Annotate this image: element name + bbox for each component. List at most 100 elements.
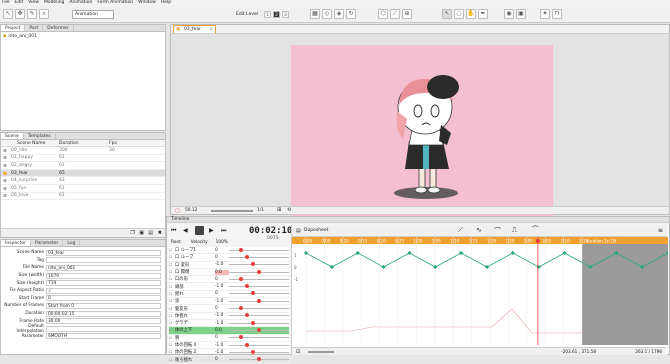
root-dropdown[interactable]: Root bbox=[171, 240, 181, 245]
layer-row[interactable]: ▫ 髪変形 0 bbox=[169, 305, 289, 313]
scene-row[interactable]: ▪ 03_fear 65 bbox=[1, 170, 165, 178]
scene-row[interactable]: ▪ 06_love 61 bbox=[1, 192, 165, 201]
mesh-icon[interactable]: ◇ bbox=[322, 9, 332, 19]
layer-row[interactable]: ▫ 体の上下 0.0 bbox=[169, 327, 289, 335]
layer-row[interactable]: ▫ 口 変形 -1.0 bbox=[169, 262, 289, 269]
curve-step-icon[interactable]: ⎍ bbox=[512, 226, 517, 235]
timeline-zoom-slider[interactable] bbox=[308, 351, 334, 353]
lock-icon[interactable]: ▣ bbox=[516, 9, 526, 19]
inspector-field[interactable]: 00:00:02:15 bbox=[46, 310, 161, 317]
layer-row[interactable]: ▫ 口の形 0 bbox=[169, 276, 289, 284]
dopesheet: ▤ Dopesheet ⟋ ∿ ⌒ ⎍ ⏜ ≡ 0:00 0:05 0:10 0:15… bbox=[291, 225, 668, 355]
arrow-select-icon[interactable]: ↖ bbox=[442, 9, 452, 19]
move-tool-icon[interactable]: ✥ bbox=[15, 9, 25, 19]
scene-row[interactable]: ▪ 02_angry 61 bbox=[1, 162, 165, 170]
level-2-button[interactable]: 2 bbox=[273, 11, 280, 18]
tab-log[interactable]: Log bbox=[63, 240, 81, 246]
tab-deformer[interactable]: Deformer bbox=[43, 25, 74, 31]
zoom-fit-icon[interactable]: ⊡ bbox=[296, 349, 300, 355]
deform-icon[interactable]: ⬡ bbox=[378, 9, 388, 19]
hand-icon[interactable]: ✋ bbox=[466, 9, 476, 19]
scene-row[interactable]: ▪ 04_surprise 42 bbox=[1, 177, 165, 185]
layer-row[interactable]: ▫ 後ろ揺れ 0 bbox=[169, 356, 289, 364]
inspector-field[interactable] bbox=[46, 325, 161, 332]
curve-smooth-icon[interactable]: ⌒ bbox=[494, 226, 501, 236]
fit-icon[interactable]: ⊞ bbox=[277, 207, 281, 213]
inspector-field[interactable]: ✓ bbox=[46, 287, 161, 294]
scene-table-header: Scene Name Duration Fps bbox=[1, 140, 165, 147]
scene-icon: ▪ bbox=[3, 161, 8, 169]
bone-icon[interactable]: ⟋ bbox=[390, 9, 400, 19]
layer-row[interactable]: ▫ 揺れ 0 bbox=[169, 291, 289, 299]
curve-ease-icon[interactable]: ∿ bbox=[476, 226, 482, 234]
layer-row[interactable]: ▫ 腕 0 bbox=[169, 335, 289, 342]
pin-icon[interactable]: ✦ bbox=[540, 9, 550, 19]
tab-scene-03-fear[interactable]: ▣ 03_fear × bbox=[173, 25, 216, 33]
grid-icon[interactable]: ▦ bbox=[310, 9, 320, 19]
curve-linear-icon[interactable]: ⟋ bbox=[458, 226, 463, 235]
skip-start-icon[interactable]: ⏮ bbox=[171, 227, 176, 235]
skip-end-icon[interactable]: ⏭ bbox=[221, 227, 226, 235]
layer-row[interactable]: ▫ 体の回転 Z -1.0 bbox=[169, 349, 289, 357]
pen-icon[interactable]: ✒ bbox=[478, 9, 488, 19]
lasso-icon[interactable]: ◌ bbox=[454, 9, 464, 19]
tab-scene[interactable]: Scene bbox=[1, 133, 24, 139]
tab-project[interactable]: Project bbox=[1, 25, 26, 31]
record-icon[interactable]: ▢ bbox=[175, 208, 180, 214]
curve-bounce-icon[interactable]: ⏜ bbox=[532, 226, 539, 235]
layer-row[interactable]: ▫ 体の回転 X -1.0 bbox=[169, 342, 289, 350]
tick-label: 0:15 bbox=[358, 239, 367, 244]
inspector-field[interactable]: 719 bbox=[46, 280, 161, 287]
layer-row[interactable]: ▫ 口 ループ1 0 bbox=[169, 247, 289, 255]
folder-add-icon[interactable]: ▤ bbox=[148, 230, 153, 236]
close-icon[interactable]: × bbox=[209, 26, 213, 33]
inspector-field[interactable] bbox=[46, 257, 161, 264]
velocity-toggle[interactable]: Velocity bbox=[191, 240, 208, 245]
scene-icon: ▪ bbox=[3, 177, 8, 185]
tab-parameter[interactable]: Parameter bbox=[31, 240, 64, 246]
reset-icon[interactable]: ⟲ bbox=[287, 207, 291, 213]
glue-icon[interactable]: ⊕ bbox=[402, 9, 412, 19]
scene-row[interactable]: ▪ 00_idle 300 30 bbox=[1, 147, 165, 155]
scene-row[interactable]: ▪ 01_happy 61 bbox=[1, 154, 165, 163]
tab-part[interactable]: Part bbox=[25, 25, 44, 31]
tab-inspector[interactable]: Inspector bbox=[1, 240, 31, 246]
warp-icon[interactable]: ◈ bbox=[334, 9, 344, 19]
tick-label: 0:20 bbox=[377, 239, 386, 244]
layer-row[interactable]: ▫ グラデ -1.0 bbox=[169, 320, 289, 328]
layer-row[interactable]: ▫ 口 ループ 0 bbox=[169, 254, 289, 262]
select-tool-icon[interactable]: ↖ bbox=[3, 9, 13, 19]
inspector-field[interactable]: 03_fear bbox=[46, 249, 161, 256]
inspector-field[interactable]: Start from 0 bbox=[46, 302, 161, 309]
inspector-field[interactable]: nito_ani_001 bbox=[46, 264, 161, 271]
step-back-icon[interactable]: ◀ bbox=[183, 227, 188, 234]
copy-icon[interactable]: ❐ bbox=[131, 230, 135, 236]
zoom-slider[interactable] bbox=[211, 210, 253, 212]
brush-tool-icon[interactable]: ✎ bbox=[27, 9, 37, 19]
inspector-field[interactable]: 30.00 bbox=[46, 318, 161, 325]
layer-row[interactable]: ▫ 口 開閉 0.0 bbox=[169, 269, 289, 277]
menu-icon[interactable]: ≡ bbox=[658, 227, 663, 234]
layer-row[interactable]: ▫ 頭部 -1.0 bbox=[169, 283, 289, 291]
tab-templates[interactable]: Templates bbox=[24, 133, 56, 139]
inspector-field[interactable]: SMOOTH bbox=[46, 333, 161, 340]
trash-icon[interactable]: ✖ bbox=[158, 230, 162, 236]
canvas-area[interactable] bbox=[291, 45, 553, 220]
magnet-icon[interactable]: ⊓ bbox=[552, 9, 562, 19]
add-icon[interactable]: ▣ bbox=[139, 230, 144, 236]
inspector-field[interactable]: 0 bbox=[46, 295, 161, 302]
layer-row[interactable]: ▫ 体揺れ -1.0 bbox=[169, 313, 289, 320]
play-icon[interactable]: ▶ bbox=[209, 227, 214, 234]
mode-select[interactable]: Animation bbox=[72, 10, 114, 19]
eye-icon[interactable]: ◉ bbox=[504, 9, 514, 19]
level-3-button[interactable]: 3 bbox=[282, 11, 289, 18]
rotate-icon[interactable]: ↻ bbox=[346, 9, 356, 19]
inspector-field[interactable]: 1079 bbox=[46, 272, 161, 279]
stop-icon[interactable] bbox=[195, 226, 204, 235]
tick-label: 0:05 bbox=[321, 239, 330, 244]
project-tree-item[interactable]: ▪ nito_ani_001 bbox=[1, 32, 165, 40]
zoom-tool-icon[interactable]: ⌕ bbox=[39, 9, 49, 19]
level-1-button[interactable]: 1 bbox=[264, 11, 271, 18]
layer-row[interactable]: ▫ 涙 -1.0 bbox=[169, 298, 289, 306]
scene-row[interactable]: ▪ 05_fun 61 bbox=[1, 185, 165, 193]
